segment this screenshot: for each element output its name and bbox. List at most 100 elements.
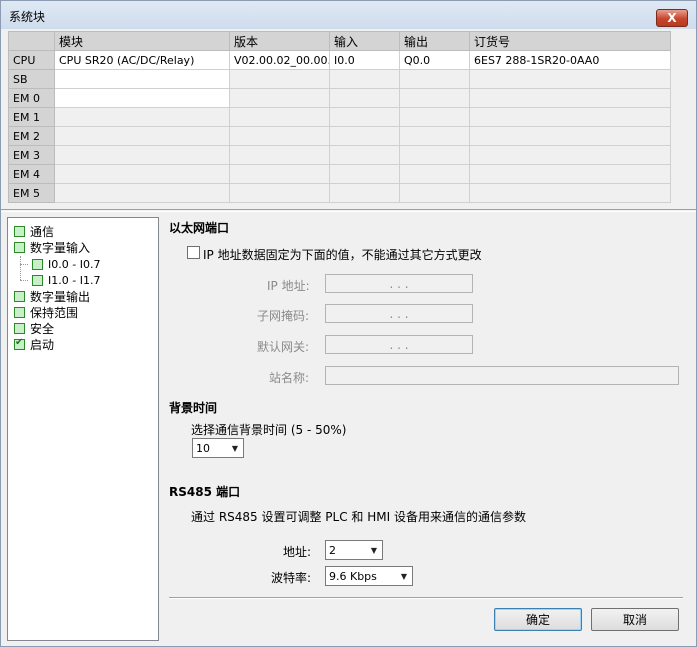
subnet-mask-label: 子网掩码: (257, 309, 310, 323)
module-cell[interactable] (54, 69, 230, 89)
baud-rate-select[interactable]: 9.6 Kbps ▼ (325, 566, 413, 586)
order-number-cell (469, 164, 671, 184)
address-select[interactable]: 2 ▼ (325, 540, 383, 560)
module-cell[interactable] (54, 145, 230, 165)
ip-address-field[interactable]: . . . (325, 274, 473, 293)
ethernet-section-title: 以太网端口 (169, 221, 230, 235)
tree-item-label: I1.0 - I1.7 (48, 273, 101, 287)
table-row: EM 5 (8, 183, 671, 203)
cancel-button[interactable]: 取消 (591, 608, 679, 631)
row-head-em1: EM 1 (8, 107, 55, 127)
tree-item-label: 保持范围 (30, 305, 79, 320)
splitter[interactable] (1, 209, 696, 212)
tree-node-icon (14, 322, 25, 334)
table-row: EM 2 (8, 126, 671, 146)
module-cell[interactable] (54, 88, 230, 108)
output-cell (399, 145, 470, 165)
ok-button[interactable]: 确定 (494, 608, 582, 631)
chevron-down-icon: ▼ (370, 545, 378, 555)
background-time-value: 10 (196, 441, 210, 455)
column-header-order-number[interactable]: 订货号 (469, 31, 671, 51)
fixed-ip-label: IP 地址数据固定为下面的值，不能通过其它方式更改 (203, 248, 482, 262)
input-cell (329, 126, 400, 146)
column-header-input[interactable]: 输入 (329, 31, 400, 51)
output-cell (399, 164, 470, 184)
default-gateway-field[interactable]: . . . (325, 335, 473, 354)
column-header-module[interactable]: 模块 (54, 31, 230, 51)
table-row: EM 4 (8, 164, 671, 184)
tree-item-startup[interactable]: 启动 (14, 336, 54, 352)
table-row: CPU CPU SR20 (AC/DC/Relay) V02.00.02_00.… (8, 50, 671, 70)
background-time-select[interactable]: 10 ▼ (192, 438, 244, 458)
station-name-field[interactable] (325, 366, 679, 385)
tree-node-icon (14, 241, 25, 253)
background-time-label: 选择通信背景时间 (5 - 50%) (191, 423, 347, 437)
ip-separators: . . . (389, 306, 409, 321)
row-head-em4: EM 4 (8, 164, 55, 184)
tree-item-label: 通信 (30, 224, 55, 239)
rs485-description: 通过 RS485 设置可调整 PLC 和 HMI 设备用来通信的通信参数 (191, 510, 526, 524)
checkmark-icon (14, 337, 25, 350)
input-cell (329, 107, 400, 127)
tree-connector (20, 264, 28, 265)
module-cell[interactable] (54, 164, 230, 184)
input-cell (329, 145, 400, 165)
order-number-cell (469, 69, 671, 89)
tree-node-icon (14, 225, 25, 237)
chevron-down-icon: ▼ (231, 443, 239, 453)
tree-node-icon (32, 258, 43, 270)
tree-item-label: I0.0 - I0.7 (48, 257, 101, 271)
system-block-dialog: 系统块 X 模块 版本 输入 输出 订货号 CPU CPU SR20 (AC/D… (0, 0, 697, 647)
version-cell (229, 183, 330, 203)
tree-item-digital-input[interactable]: 数字量输入 (14, 239, 90, 255)
tree-item-communication[interactable]: 通信 (14, 223, 54, 239)
version-cell (229, 126, 330, 146)
fixed-ip-checkbox[interactable] (187, 246, 200, 259)
row-head-cpu: CPU (8, 50, 55, 70)
table-row: EM 0 (8, 88, 671, 108)
tree-item-retentive-ranges[interactable]: 保持范围 (14, 304, 78, 320)
order-number-cell (469, 88, 671, 108)
version-cell (229, 107, 330, 127)
input-cell (329, 183, 400, 203)
order-number-cell (469, 107, 671, 127)
row-head-sb: SB (8, 69, 55, 89)
close-icon: X (667, 11, 677, 25)
column-header-version[interactable]: 版本 (229, 31, 330, 51)
order-number-cell[interactable]: 6ES7 288-1SR20-0AA0 (469, 50, 671, 70)
version-cell[interactable]: V02.00.02_00.00... (229, 50, 330, 70)
version-cell (229, 164, 330, 184)
module-table-header: 模块 版本 输入 输出 订货号 (8, 31, 671, 51)
row-head-em3: EM 3 (8, 145, 55, 165)
tree-item-label: 启动 (30, 337, 55, 352)
column-header-blank (8, 31, 55, 51)
subnet-mask-field[interactable]: . . . (325, 304, 473, 323)
tree-item-i0[interactable]: I0.0 - I0.7 (32, 256, 100, 272)
order-number-cell (469, 145, 671, 165)
table-row: EM 3 (8, 145, 671, 165)
tree-connector (20, 256, 21, 280)
version-cell (229, 88, 330, 108)
column-header-output[interactable]: 输出 (399, 31, 470, 51)
input-cell[interactable]: I0.0 (329, 50, 400, 70)
module-cell[interactable] (54, 183, 230, 203)
output-cell[interactable]: Q0.0 (399, 50, 470, 70)
tree-item-i1[interactable]: I1.0 - I1.7 (32, 272, 100, 288)
tree-connector (20, 280, 28, 281)
input-cell (329, 88, 400, 108)
module-cell[interactable] (54, 107, 230, 127)
module-cell[interactable] (54, 126, 230, 146)
tree-item-security[interactable]: 安全 (14, 320, 54, 336)
baud-rate-label: 波特率: (271, 571, 312, 585)
address-value: 2 (329, 543, 336, 557)
module-cell[interactable]: CPU SR20 (AC/DC/Relay) (54, 50, 230, 70)
tree-node-icon (14, 306, 25, 318)
row-head-em2: EM 2 (8, 126, 55, 146)
close-button[interactable]: X (656, 9, 688, 27)
ip-address-label: IP 地址: (267, 279, 310, 293)
chevron-down-icon: ▼ (400, 571, 408, 581)
tree-item-digital-output[interactable]: 数字量输出 (14, 288, 90, 304)
ip-separators: . . . (389, 337, 409, 352)
version-cell (229, 69, 330, 89)
divider (169, 597, 683, 599)
